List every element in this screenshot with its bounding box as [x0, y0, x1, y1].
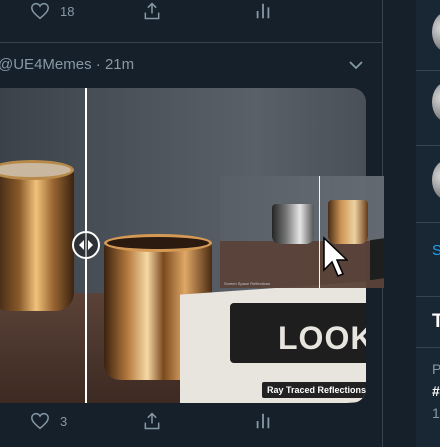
tweet-author-line[interactable]: @UE4Memes · 21m [0, 56, 134, 73]
like-count: 3 [60, 413, 68, 429]
book-title: LOOK [278, 320, 366, 356]
preview-chrome-candle [272, 204, 314, 244]
cursor-icon [323, 236, 348, 277]
trend-hashtag[interactable]: # [432, 383, 440, 399]
tweet-header: @UE4Memes · 21m [0, 55, 383, 77]
author-handle[interactable]: @UE4Memes [0, 56, 92, 73]
sidebar-divider [416, 222, 440, 223]
right-sidebar: S T P # 1 [384, 0, 440, 447]
sidebar-divider [416, 70, 440, 71]
analytics-icon [256, 3, 270, 19]
analytics-icon [256, 413, 270, 429]
sidebar-divider [416, 145, 440, 146]
heart-icon [31, 412, 49, 430]
timeline-feed: 18 @UE4Memes · 21m LOOK Ray Traced Refle… [0, 0, 418, 447]
trend-context[interactable]: P [432, 361, 440, 377]
share-button[interactable] [142, 0, 162, 22]
trends-heading: T [432, 311, 440, 332]
chevron-down-icon[interactable] [348, 58, 364, 72]
analytics-button[interactable] [254, 0, 272, 22]
copper-candle-top [104, 234, 212, 252]
share-button[interactable] [142, 410, 162, 432]
chrome-candle [0, 166, 74, 311]
media-caption: Ray Traced Reflections [262, 382, 366, 398]
analytics-button[interactable] [254, 410, 272, 432]
sidebar-divider [416, 296, 440, 297]
share-icon [144, 2, 160, 20]
trend-count: 1 [432, 405, 440, 421]
slider-arrows-icon [79, 240, 93, 250]
share-icon [144, 412, 160, 430]
heart-icon [31, 2, 49, 20]
tweet-timestamp[interactable]: 21m [105, 56, 134, 73]
like-button[interactable]: 18 [30, 0, 74, 22]
tweet-divider [0, 42, 383, 43]
tweet-actions-bottom: 3 [0, 410, 383, 440]
sidebar-divider [416, 347, 440, 348]
like-button[interactable]: 3 [30, 410, 67, 432]
like-count: 18 [60, 3, 75, 19]
dot-separator: · [95, 56, 101, 73]
comparison-slider-handle[interactable] [72, 231, 100, 259]
show-more-link[interactable]: S [432, 242, 440, 259]
who-to-follow-card [416, 0, 440, 447]
preview-split-line [319, 176, 320, 288]
tweet-actions-top: 18 [0, 0, 383, 30]
preview-left-label: Screen Space Reflections [224, 281, 271, 286]
